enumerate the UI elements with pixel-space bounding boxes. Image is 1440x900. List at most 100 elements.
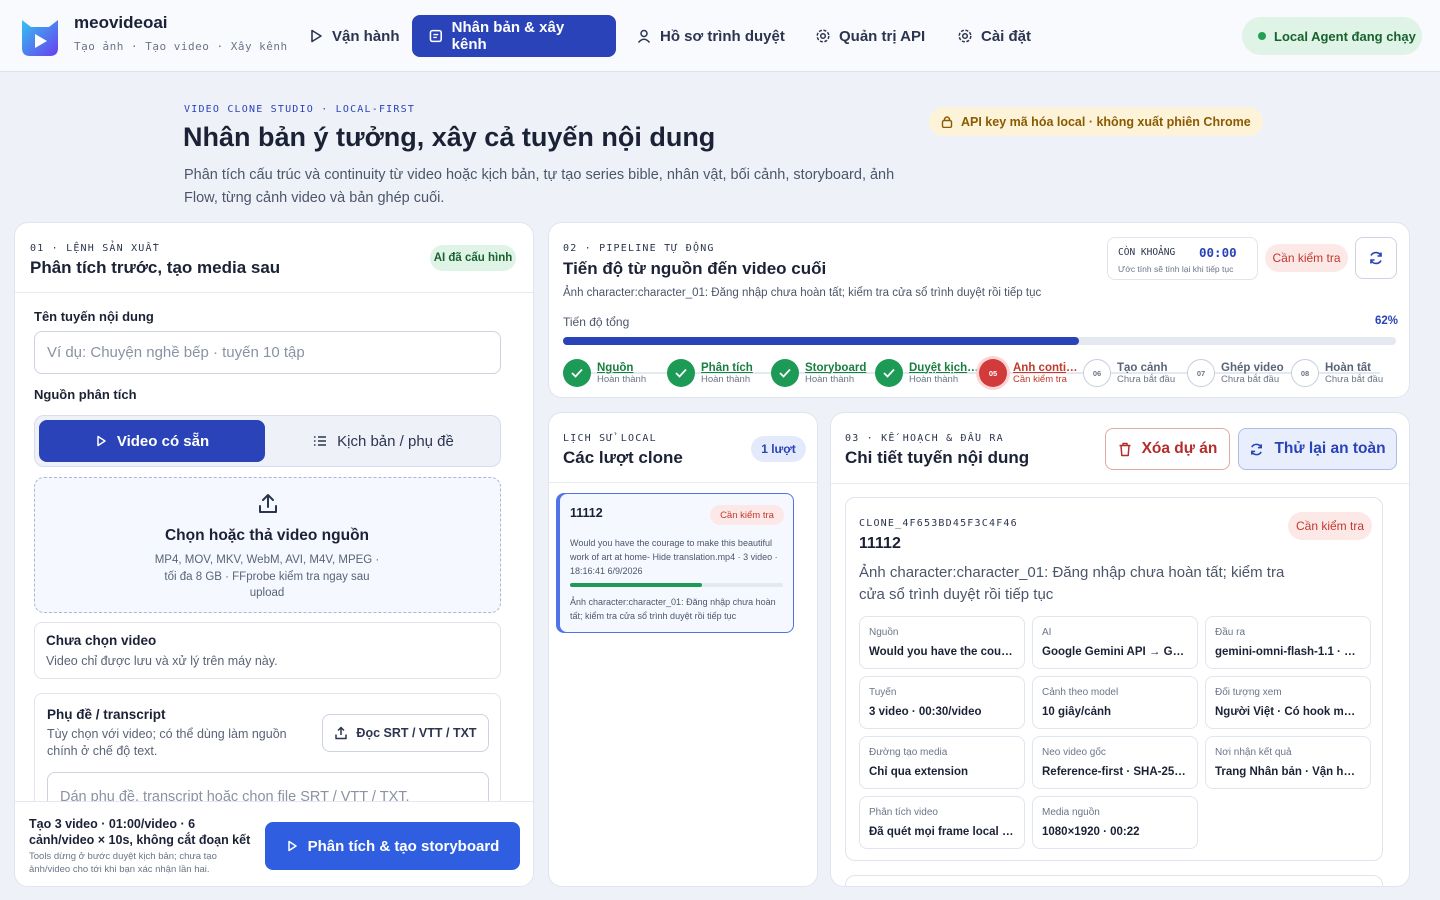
top-bar: meovideoai Tạo ảnh · Tạo video · Xây kên… [0,0,1440,72]
detail-value: Trang Nhân bản · Vận hành [1215,766,1361,778]
detail-key: Đầu ra [1215,627,1246,638]
history-progress-fill [570,583,703,587]
step-text: Phân tích Hoàn thành [701,362,771,385]
nav-nhan-ban[interactable]: Nhân bản & xây kênh [412,15,616,57]
progress-track [563,337,1396,345]
security-badge: API key mã hóa local · không xuất phiên … [929,107,1263,136]
project-panel: CLONE_4F653BD45F3C4F46 11112 Cần kiểm tr… [845,497,1383,861]
detail-key: Media nguồn [1042,807,1100,818]
app-name: meovideoai [74,13,168,32]
pipeline-status-message: Ảnh character:character_01: Đăng nhập ch… [563,287,1042,299]
detail-value: gemini-omni-flash-1.1 · 9:16 [1215,646,1361,658]
pipeline-step[interactable]: 07 Ghép video Chưa bắt đầu [1187,358,1291,388]
hero-eyebrow: VIDEO CLONE STUDIO · LOCAL-FIRST [184,104,416,115]
history-item-state: Cần kiểm tra [710,505,784,525]
pipeline-step[interactable]: Nguồn Hoàn thành [563,358,667,388]
step-number: 06 [1083,359,1111,387]
upload-icon [335,726,348,740]
detail-key: Đường tạo media [869,747,948,758]
step-status: Hoàn thành [701,373,751,385]
pipeline-step[interactable]: Storyboard Hoàn thành [771,358,875,388]
next-panel [845,875,1383,886]
analyze-button-label: Phân tích & tạo storyboard [307,837,500,855]
step-text: Hoàn tất Chưa bắt đầu [1325,362,1395,385]
dropzone-title: Chọn hoặc thả video nguồn [164,527,370,544]
detail-cell: Đường tạo media Chỉ qua extension [859,736,1025,789]
nav-cai-dat[interactable]: Cài đặt [941,15,1047,57]
source-video-tab[interactable]: Video có sẵn [39,420,265,462]
gear-icon [958,29,972,43]
action-footer: Tạo 3 video · 01:00/video · 6 cảnh/video… [15,801,533,886]
step-status: Chưa bắt đầu [1325,373,1384,385]
source-script-label: Kịch bản / phụ đề [337,432,454,450]
nav-label: Hồ sơ trình duyệt [660,27,785,45]
step-status: Hoàn thành [805,373,855,385]
ai-configured-badge: AI đã cấu hình [430,245,516,271]
clone-icon [429,29,442,43]
step-number: 05 [979,359,1007,387]
step-text: Ảnh continuityCần kiểm tra [1013,362,1083,385]
gear-icon [816,29,830,43]
detail-cell: Nơi nhận kết quả Trang Nhân bản · Vận hàn… [1205,736,1371,789]
detail-cell: Media nguồn 1080×1920 · 00:22 [1032,796,1198,849]
detail-cell: Đối tượng xem Người Việt · Có hook mở đầu [1205,676,1371,729]
delete-project-button[interactable]: Xóa dự án [1105,428,1230,470]
detail-cell: Phân tích video Đã quét mọi frame local ·… [859,796,1025,849]
app-logo-icon [22,20,58,56]
analyze-storyboard-button[interactable]: Phân tích & tạo storyboard [265,822,520,870]
production-card: 01 · LỆNH SẢN XUẤT Phân tích trước, tạo … [14,222,534,887]
refresh-icon [1251,443,1263,455]
detail-value: Reference-first · SHA-256 verified [1042,766,1188,778]
pipeline-step[interactable]: 06 Tạo cảnh Chưa bắt đầu [1083,358,1187,388]
nav-quan-tri-api[interactable]: Quản trị API [799,15,941,57]
eta-value: 00:00 [1199,245,1237,260]
user-icon [637,29,651,44]
progress-fill [563,337,1080,345]
nav-ho-so[interactable]: Hồ sơ trình duyệt [620,15,801,57]
step-text: Tạo cảnh Chưa bắt đầu [1117,362,1187,385]
history-progress-track [570,583,783,587]
subtitle-desc: Tùy chọn với video; có thể dùng làm nguồ… [47,727,287,758]
detail-value: Google Gemini API → Google Gemini [1042,646,1188,658]
source-script-tab[interactable]: Kịch bản / phụ đề [271,420,496,462]
eta-box: CÒN KHOẢNG 00:00 Ước tính sẽ tính lại kh… [1107,237,1258,280]
history-card: LỊCH SỬ LOCAL Các lượt clone 1 lượt 1111… [548,412,818,887]
series-name-input[interactable]: Ví dụ: Chuyện nghề bếp · tuyến 10 tập [34,331,501,374]
pipeline-step[interactable]: 05 Ảnh continuityCần kiểm tra [979,358,1083,388]
list-icon [314,436,327,446]
pipeline-step[interactable]: Duyệt kịch bảnHoàn thành [875,358,979,388]
safe-retry-button[interactable]: Thử lại an toàn [1238,428,1397,470]
card-title: Chi tiết tuyến nội dung [845,448,1030,467]
history-item[interactable]: 11112 Cần kiểm tra Would you have the co… [559,493,794,633]
pipeline-step[interactable]: 08 Hoàn tất Chưa bắt đầu [1291,358,1395,388]
card-title: Phân tích trước, tạo media sau [30,258,281,277]
read-subtitle-button[interactable]: Đọc SRT / VTT / TXT [322,714,489,752]
history-count-badge: 1 lượt [751,436,806,462]
detail-value: Would you have the courage to make this … [869,646,1015,658]
card-caption: LỊCH SỬ LOCAL [563,433,657,444]
step-name: Phân tích [701,361,753,374]
nav-van-hanh[interactable]: Vận hành [292,15,416,57]
step-text: Storyboard Hoàn thành [805,362,875,385]
delete-label: Xóa dự án [1141,440,1218,457]
agent-status-text: Local Agent đang chạy [1274,28,1416,44]
video-dropzone[interactable]: Chọn hoặc thả video nguồn MP4, MOV, MKV,… [34,477,501,613]
detail-key: Nguồn [869,627,899,638]
detail-value: 3 video · 00:30/video [869,706,982,718]
pipeline-step[interactable]: Phân tích Hoàn thành [667,358,771,388]
agent-status-badge: Local Agent đang chạy [1242,17,1422,55]
detail-cell: Tuyến 3 video · 00:30/video [859,676,1025,729]
card-title: Các lượt clone [563,448,683,467]
detail-key: Tuyến [869,687,897,698]
nav-label: Vận hành [332,27,400,45]
lock-icon [941,116,953,128]
detail-cell: Cảnh theo model 10 giây/cảnh [1032,676,1198,729]
status-dot-icon [1258,32,1266,40]
detail-cell: Nguồn Would you have the courage to make … [859,616,1025,669]
refresh-button[interactable] [1355,237,1397,279]
step-number: 07 [1187,359,1215,387]
card-caption: 01 · LỆNH SẢN XUẤT [30,243,160,254]
step-name: Ghép video [1221,361,1284,374]
detail-value: 1080×1920 · 00:22 [1042,826,1140,838]
nav-label: Quản trị API [839,27,926,45]
